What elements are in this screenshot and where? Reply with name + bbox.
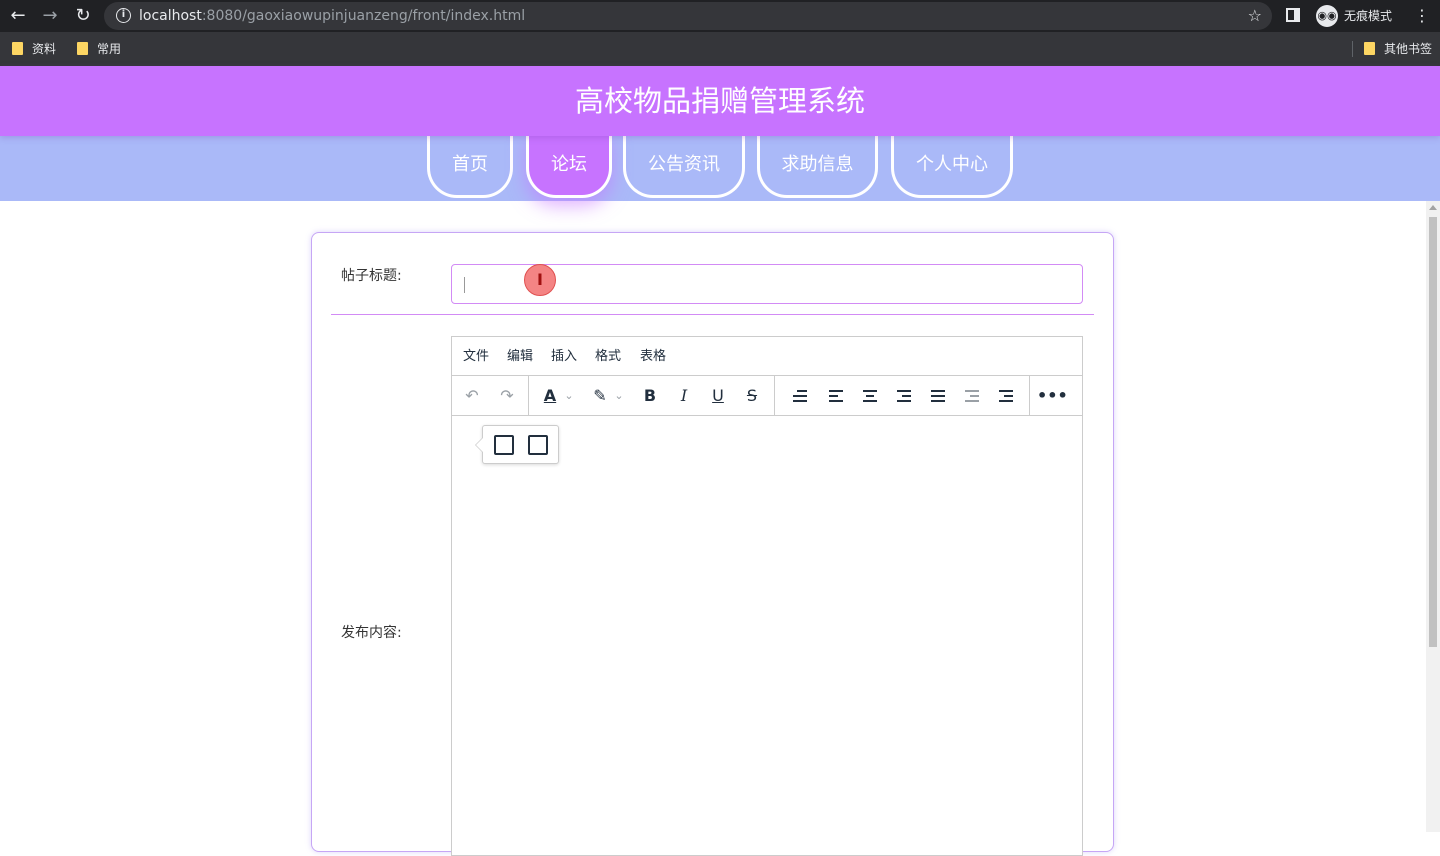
incognito-icon: ◉◉ bbox=[1316, 5, 1338, 27]
nav-item-home[interactable]: 首页 bbox=[427, 133, 513, 198]
info-icon[interactable]: i bbox=[116, 8, 131, 23]
menu-insert[interactable]: 插入 bbox=[551, 347, 577, 367]
site-title: 高校物品捐赠管理系统 bbox=[574, 84, 865, 118]
toolbar-separator bbox=[774, 376, 775, 415]
bookmarks-divider bbox=[1352, 41, 1353, 57]
form-divider bbox=[331, 314, 1094, 315]
address-bar[interactable]: i localhost:8080/gaoxiaowupinjuanzeng/fr… bbox=[104, 2, 1272, 30]
text-color-icon[interactable]: A bbox=[536, 382, 564, 410]
bookmark-folder-other[interactable]: 其他书签 bbox=[1364, 40, 1432, 58]
scroll-thumb[interactable] bbox=[1429, 217, 1437, 647]
side-panel-icon[interactable] bbox=[1286, 8, 1300, 22]
line-height-icon[interactable] bbox=[786, 382, 814, 410]
table-icon[interactable] bbox=[528, 435, 548, 455]
bookmarks-bar: 资料 常用 其他书签 bbox=[0, 32, 1440, 66]
toolbar-separator bbox=[1029, 376, 1030, 415]
folder-icon bbox=[1364, 42, 1375, 55]
back-arrow-icon[interactable]: ← bbox=[6, 4, 30, 28]
forward-arrow-icon[interactable]: → bbox=[38, 4, 62, 28]
nav-item-help-info[interactable]: 求助信息 bbox=[757, 133, 878, 198]
star-icon[interactable]: ☆ bbox=[1248, 5, 1262, 27]
menu-edit[interactable]: 编辑 bbox=[507, 347, 533, 367]
quick-insert-popup bbox=[475, 425, 559, 464]
url-text[interactable]: localhost:8080/gaoxiaowupinjuanzeng/fron… bbox=[139, 6, 525, 26]
editor-toolbar: ↶ ↷ A ⌄ ✎ ⌄ B I U S ••• bbox=[452, 376, 1082, 416]
indent-icon[interactable] bbox=[992, 382, 1020, 410]
outdent-icon[interactable] bbox=[958, 382, 986, 410]
folder-icon bbox=[12, 42, 23, 55]
editor-menubar: 文件 编辑 插入 格式 表格 bbox=[452, 337, 1082, 376]
justify-icon[interactable] bbox=[924, 382, 952, 410]
menu-format[interactable]: 格式 bbox=[595, 347, 621, 367]
align-left-icon[interactable] bbox=[822, 382, 850, 410]
post-content-label: 发布内容: bbox=[341, 625, 402, 641]
post-form-card: 帖子标题: 发布内容: 文件 编辑 插入 格式 表格 ↶ ↷ A ⌄ ✎ ⌄ B… bbox=[311, 232, 1114, 856]
highlight-color-icon[interactable]: ✎ bbox=[586, 382, 614, 410]
toolbar-separator bbox=[528, 376, 529, 415]
chevron-down-icon[interactable]: ⌄ bbox=[562, 382, 576, 410]
text-cursor-icon: I bbox=[537, 270, 543, 289]
redo-icon[interactable]: ↷ bbox=[493, 382, 521, 410]
align-right-icon[interactable] bbox=[890, 382, 918, 410]
bookmark-folder-changyong[interactable]: 常用 bbox=[77, 40, 121, 58]
menu-file[interactable]: 文件 bbox=[463, 347, 489, 367]
rich-text-editor[interactable]: 文件 编辑 插入 格式 表格 ↶ ↷ A ⌄ ✎ ⌄ B I U S ••• bbox=[451, 336, 1083, 856]
nav-item-forum[interactable]: 论坛 bbox=[526, 133, 612, 198]
strikethrough-icon[interactable]: S bbox=[738, 382, 766, 410]
more-icon[interactable]: ⋮ bbox=[1414, 6, 1430, 26]
text-caret bbox=[464, 277, 465, 293]
nav-item-personal-center[interactable]: 个人中心 bbox=[891, 133, 1013, 198]
underline-icon[interactable]: U bbox=[704, 382, 732, 410]
mouse-cursor-indicator: I bbox=[524, 264, 556, 296]
italic-icon[interactable]: I bbox=[670, 382, 698, 410]
chevron-down-icon[interactable]: ⌄ bbox=[612, 382, 626, 410]
scroll-up-icon[interactable] bbox=[1429, 205, 1437, 210]
main-nav: 首页 论坛 公告资讯 求助信息 个人中心 bbox=[0, 133, 1440, 201]
undo-icon[interactable]: ↶ bbox=[458, 382, 486, 410]
align-center-icon[interactable] bbox=[856, 382, 884, 410]
page-scrollbar[interactable] bbox=[1426, 201, 1440, 832]
image-icon[interactable] bbox=[494, 435, 514, 455]
folder-icon bbox=[77, 42, 88, 55]
browser-toolbar: ← → ↻ i localhost:8080/gaoxiaowupinjuanz… bbox=[0, 0, 1440, 32]
incognito-label: 无痕模式 bbox=[1344, 9, 1393, 23]
nav-item-announcements[interactable]: 公告资讯 bbox=[623, 133, 745, 198]
more-icon[interactable]: ••• bbox=[1037, 382, 1068, 410]
site-header: 高校物品捐赠管理系统 bbox=[0, 66, 1440, 136]
reload-icon[interactable]: ↻ bbox=[71, 4, 95, 28]
incognito-indicator[interactable]: ◉◉ 无痕模式 bbox=[1310, 3, 1402, 29]
menu-table[interactable]: 表格 bbox=[640, 347, 666, 367]
bold-icon[interactable]: B bbox=[636, 382, 664, 410]
bookmark-folder-ziliao[interactable]: 资料 bbox=[12, 40, 56, 58]
post-title-label: 帖子标题: bbox=[341, 268, 402, 284]
